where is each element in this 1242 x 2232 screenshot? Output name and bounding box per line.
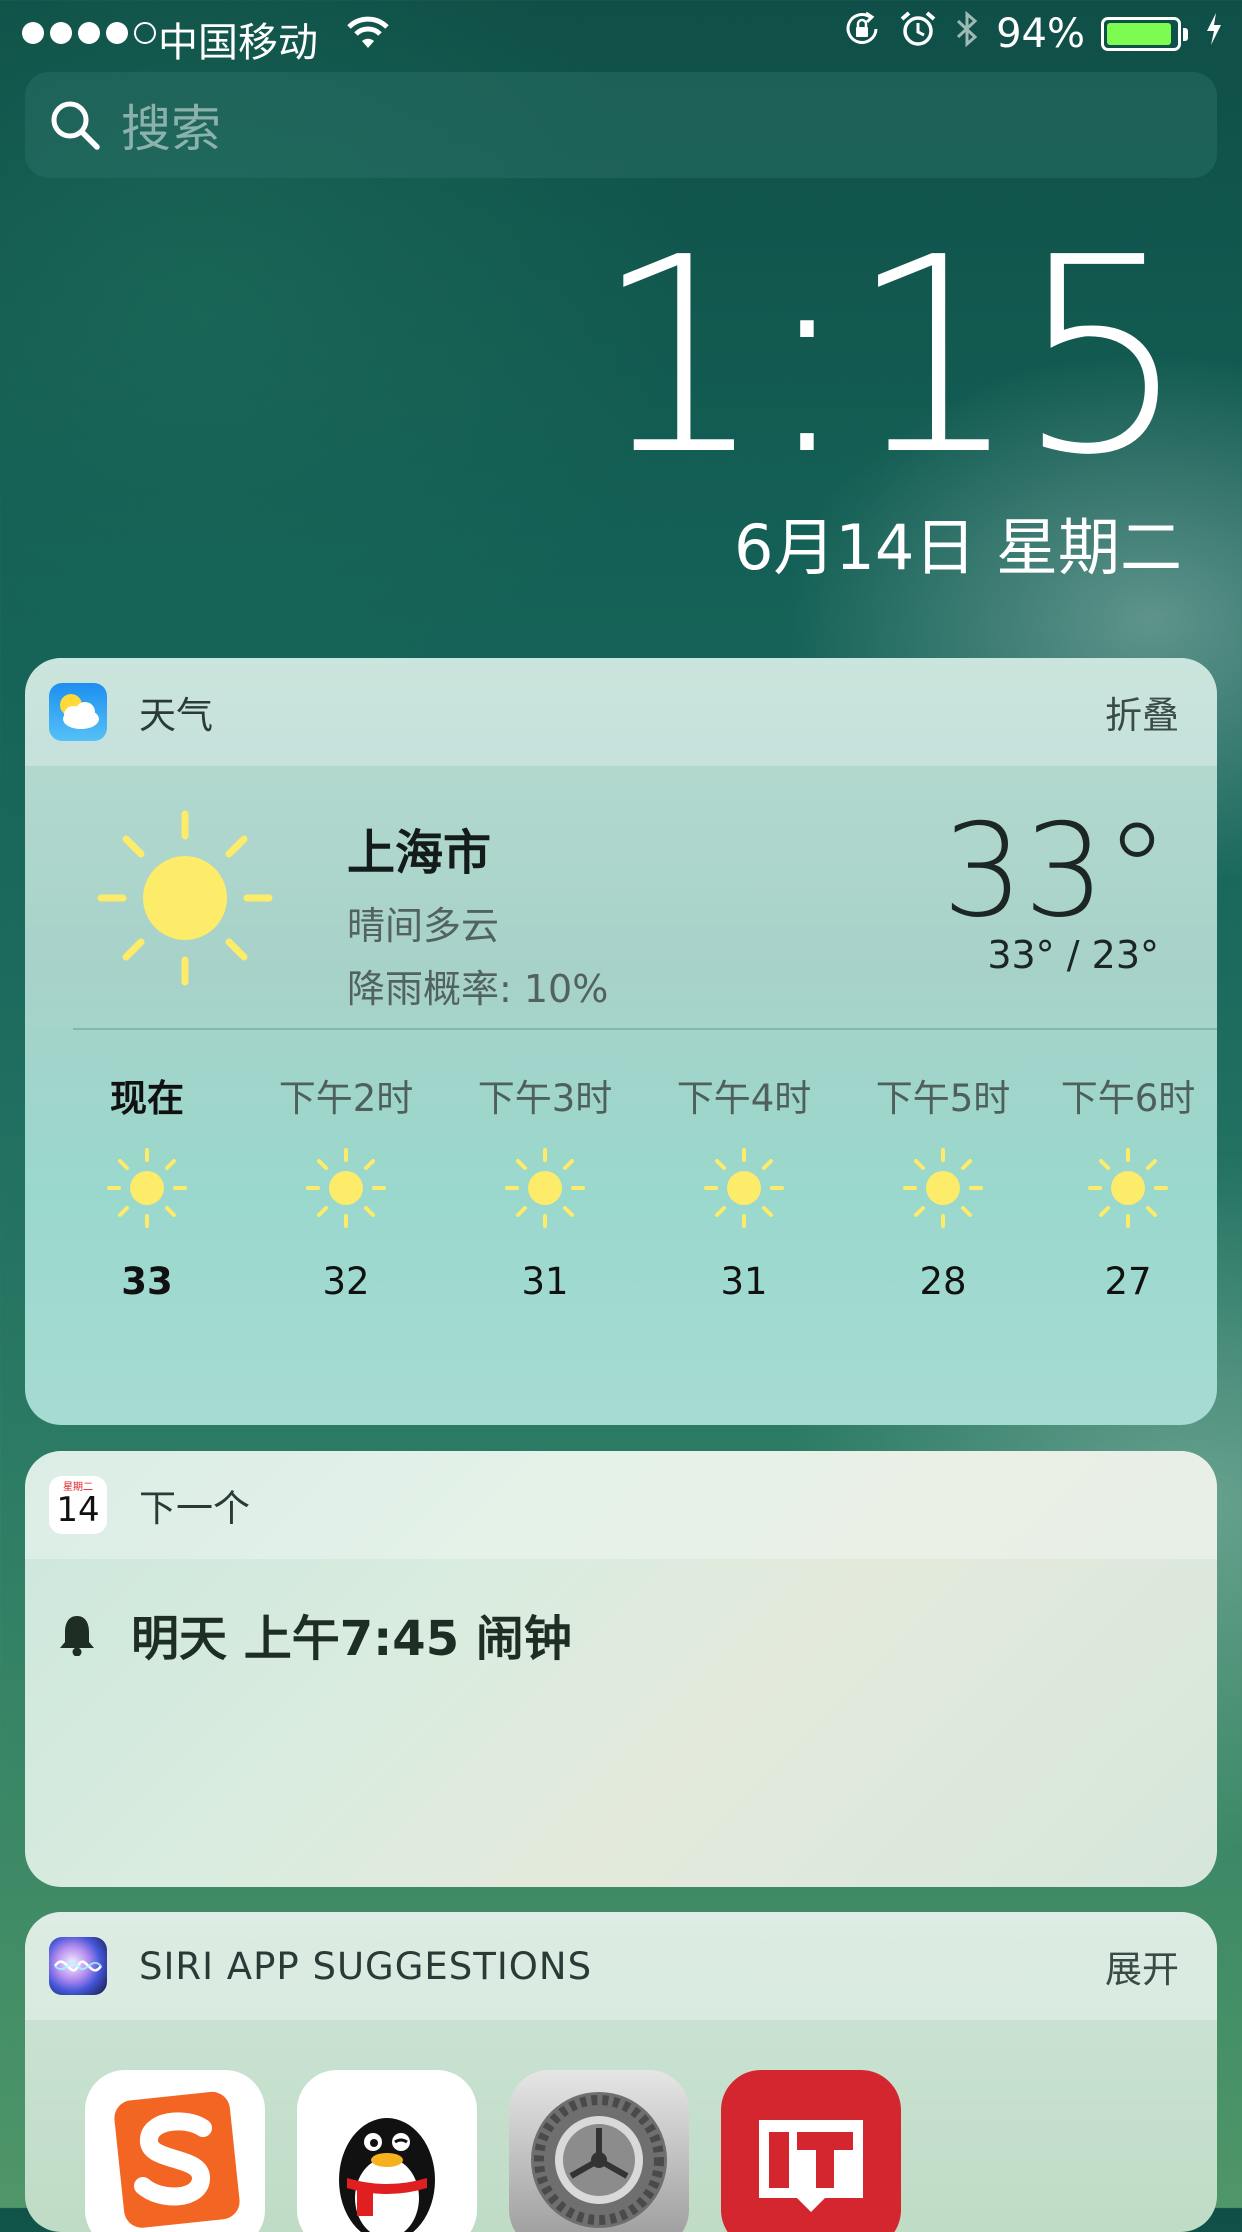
wifi-icon: [344, 12, 392, 62]
calendar-widget-header: 星期二 14 下一个: [25, 1451, 1217, 1559]
hour-label: 下午5时: [875, 1077, 1011, 1120]
hour-label: 下午2时: [278, 1077, 414, 1120]
hourly-item: 下午6时 27: [1043, 1068, 1213, 1303]
weather-condition: 晴间多云: [347, 904, 500, 948]
battery-percentage: 94%: [996, 11, 1085, 57]
divider: [73, 1028, 1217, 1030]
weather-app-icon: [49, 683, 107, 741]
bell-icon: [60, 1616, 94, 1656]
temperature-range: 33° / 23°: [987, 933, 1159, 977]
weather-widget-header: 天气 折叠: [25, 658, 1217, 766]
weather-city: 上海市: [347, 825, 492, 881]
alarm-icon: [898, 9, 938, 59]
hour-temp: 33: [121, 1260, 173, 1303]
sun-icon: [659, 1128, 829, 1248]
collapse-button[interactable]: 折叠: [1105, 685, 1179, 739]
bluetooth-icon: [954, 9, 980, 59]
battery-cap: [1183, 27, 1188, 41]
current-temperature: 33°: [942, 797, 1169, 946]
expand-button[interactable]: 展开: [1105, 1939, 1179, 1993]
calendar-icon-day: 14: [56, 1490, 100, 1530]
siri-suggestions-widget[interactable]: SIRI APP SUGGESTIONS 展开: [25, 1912, 1217, 2232]
calendar-widget-title: 下一个: [139, 1487, 250, 1530]
event-text: 明天 上午7:45 闹钟: [131, 1611, 572, 1667]
battery-icon: [1101, 17, 1181, 51]
rain-chance: 降雨概率: 10%: [347, 967, 609, 1011]
hourly-item: 下午3时 31: [460, 1068, 630, 1303]
sun-icon: [460, 1128, 630, 1248]
hour-label: 下午3时: [477, 1077, 613, 1120]
siri-widget-header: SIRI APP SUGGESTIONS 展开: [25, 1912, 1217, 2020]
lock-date: 6月14日 星期二: [733, 511, 1182, 584]
hour-temp: 32: [322, 1260, 370, 1303]
hourly-item: 下午5时 28: [858, 1068, 1028, 1303]
hourly-item: 现在 33: [62, 1068, 232, 1303]
hour-temp: 27: [1104, 1260, 1152, 1303]
hour-temp: 31: [720, 1260, 768, 1303]
sun-large-icon: [95, 808, 275, 992]
status-bar: 中国移动 94%: [0, 0, 1242, 68]
hour-temp: 31: [521, 1260, 569, 1303]
sun-icon: [858, 1128, 1028, 1248]
siri-widget-title: SIRI APP SUGGESTIONS: [139, 1944, 593, 1988]
siri-icon: [49, 1937, 107, 1995]
hourly-forecast: 现在 33 下午2时 32 下午3时 31 下午4时 31 下午5时 28 下午…: [25, 1068, 1217, 1398]
charging-icon: [1204, 11, 1224, 57]
weather-widget[interactable]: 天气 折叠 上海市 晴间多云 降雨概率: 10% 33° 33° / 23° 现…: [25, 658, 1217, 1425]
search-icon: [51, 101, 100, 150]
calendar-widget[interactable]: 星期二 14 下一个 明天 上午7:45 闹钟: [25, 1451, 1217, 1887]
sun-icon: [1043, 1128, 1213, 1248]
signal-strength-icon: [22, 22, 156, 44]
sun-icon: [62, 1128, 232, 1248]
weather-widget-title: 天气: [139, 694, 213, 737]
search-placeholder: 搜索: [121, 100, 221, 158]
hourly-item: 下午2时 32: [261, 1068, 431, 1303]
hour-temp: 28: [919, 1260, 967, 1303]
calendar-app-icon: 星期二 14: [49, 1476, 107, 1534]
hourly-item: 下午4时 31: [659, 1068, 829, 1303]
lock-time: 1:15: [593, 199, 1188, 514]
hour-label: 现在: [110, 1077, 184, 1120]
hour-label: 下午6时: [1060, 1077, 1196, 1120]
hour-label: 下午4时: [676, 1077, 812, 1120]
carrier-name: 中国移动: [158, 20, 318, 66]
sun-icon: [261, 1128, 431, 1248]
orientation-lock-icon: [842, 9, 882, 59]
search-bar[interactable]: 搜索: [25, 72, 1217, 178]
next-event[interactable]: 明天 上午7:45 闹钟: [57, 1599, 572, 1669]
